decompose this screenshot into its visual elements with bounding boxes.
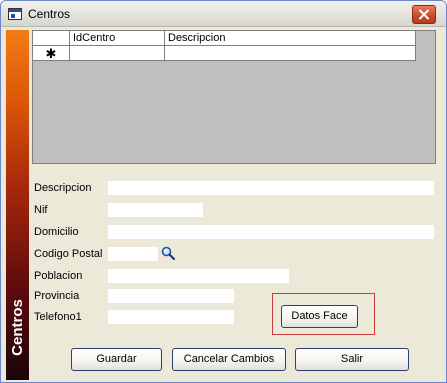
provincia-label: Provincia [34, 290, 80, 302]
domicilio-label: Domicilio [34, 226, 79, 238]
search-icon[interactable] [161, 246, 175, 260]
column-header-descripcion[interactable]: Descripcion [165, 31, 416, 46]
sidebar-label-wrap: Centros [6, 282, 29, 372]
salir-button[interactable]: Salir [295, 348, 409, 371]
nif-input[interactable] [108, 203, 203, 217]
descripcion-label: Descripcion [34, 182, 92, 194]
column-header-idcentro[interactable]: IdCentro [70, 31, 165, 46]
telefono1-label: Telefono1 [34, 311, 82, 323]
cell-idcentro[interactable] [70, 46, 165, 61]
domicilio-input[interactable] [108, 225, 434, 239]
new-row-marker: ✱ [33, 46, 70, 61]
provincia-input[interactable] [108, 289, 234, 303]
sidebar-banner: Centros [6, 30, 29, 380]
poblacion-input[interactable] [108, 269, 289, 283]
cancelar-cambios-button[interactable]: Cancelar Cambios [172, 348, 286, 371]
codigo-postal-input[interactable] [108, 247, 158, 261]
cell-descripcion[interactable] [165, 46, 416, 61]
window-app-icon [8, 8, 22, 20]
close-button[interactable] [412, 5, 436, 24]
centros-data-grid[interactable]: IdCentro Descripcion ✱ [32, 30, 436, 164]
centros-window: Centros Centros IdCentro Descripcion ✱ D… [0, 0, 447, 383]
telefono1-input[interactable] [108, 310, 234, 324]
codigo-postal-label: Codigo Postal [34, 248, 103, 260]
poblacion-label: Poblacion [34, 270, 83, 282]
grid-new-row[interactable]: ✱ [33, 46, 416, 61]
grid-row-selector-header [33, 31, 70, 46]
datos-face-button[interactable]: Datos Face [281, 305, 358, 328]
nif-label: Nif [34, 204, 48, 216]
guardar-button[interactable]: Guardar [71, 348, 162, 371]
title-bar[interactable]: Centros [1, 1, 446, 27]
window-title: Centros [28, 7, 71, 21]
descripcion-input[interactable] [108, 181, 434, 195]
grid-header-row: IdCentro Descripcion [33, 31, 416, 46]
sidebar-label: Centros [9, 298, 26, 356]
